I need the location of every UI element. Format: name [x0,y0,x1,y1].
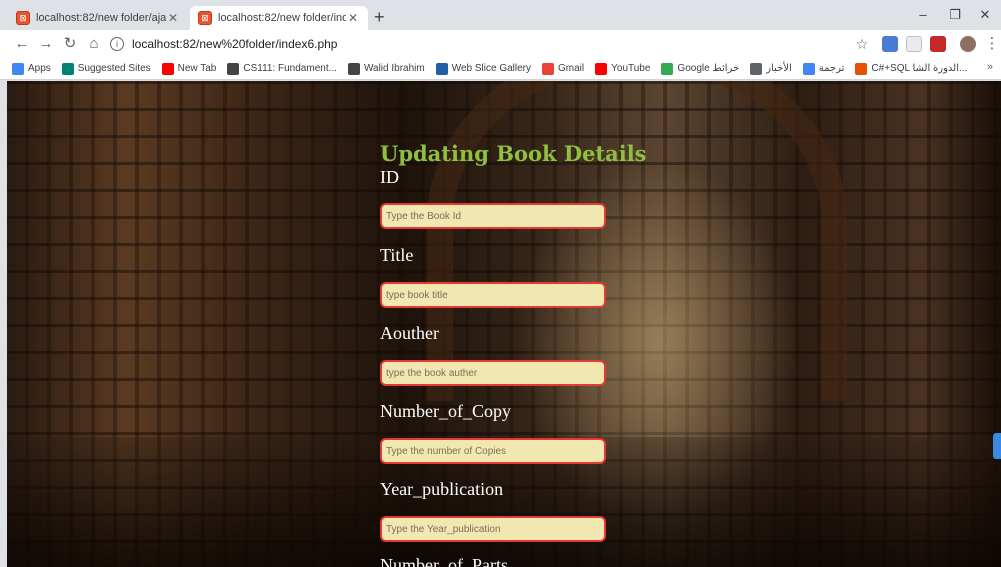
cd-icon [347,62,360,75]
bookmarks-overflow-button[interactable]: » [987,61,993,73]
star-icon[interactable]: ☆ [852,34,872,54]
reload-icon[interactable]: ↻ [60,34,80,54]
bookmark-label: Gmail [558,63,585,74]
bookmark-label: ترجمة [818,63,845,74]
url-text: localhost:82/new%20folder/index6.php [132,37,338,51]
label-number-of-parts: Number_of_Parts [380,555,508,567]
label-author: Aouther [380,323,439,343]
tab-ajax[interactable]: ⊠ localhost:82/new folder/ajax.txt ✕ [8,6,188,30]
cd-icon [227,62,240,75]
browser-toolbar: ← → ↻ ⌂ i localhost:82/new%20folder/inde… [0,30,1001,58]
bookmark-walid-ibrahim[interactable]: Walid Ibrahim [347,62,425,75]
youtube-red-icon [161,62,174,75]
restore-button[interactable]: ❐ [940,4,970,26]
forward-arrow-icon[interactable]: → [36,34,56,54]
tab-strip: ⊠ localhost:82/new folder/ajax.txt ✕ ⊠ l… [0,0,1001,30]
shield-extension-icon[interactable] [930,36,946,52]
bookmark-label: Suggested Sites [77,63,151,74]
apps-grid-icon [12,62,24,75]
bookmark-label: الأخبار [766,63,792,74]
news-icon [750,62,763,75]
bookmark-label: Web Slice Gallery [451,63,531,74]
xampp-icon: ⊠ [16,11,30,25]
bookmark-label: Google خرائط [677,63,740,74]
side-widget-tab[interactable] [993,433,1001,459]
bookmark-translate[interactable]: ترجمة [802,62,845,75]
translate-extension-icon[interactable] [882,36,898,52]
gmail-icon [542,62,554,75]
book-author-input[interactable] [380,360,606,386]
tab-title: localhost:82/new folder/index6.p [218,12,346,24]
bookmark-label: Apps [28,63,51,74]
bookmark-new-tab[interactable]: New Tab [161,62,217,75]
label-number-of-copy: Number_of_Copy [380,401,511,421]
close-icon[interactable]: ✕ [346,11,360,25]
info-icon[interactable]: i [110,37,124,51]
course-icon [855,62,868,75]
close-window-button[interactable]: ✕ [970,4,1000,26]
background-arch [427,81,847,401]
label-id: ID [380,167,399,187]
bookmark-label: YouTube [611,63,651,74]
form-title: Updating Book Details [380,141,647,166]
year-publication-input[interactable] [380,516,606,542]
bookmark-youtube[interactable]: YouTube [595,62,651,75]
bookmark-label: Walid Ibrahim [363,63,425,74]
bookmark-news[interactable]: الأخبار [750,62,792,75]
extension-icon[interactable] [906,36,922,52]
book-id-input[interactable] [380,203,606,229]
xampp-icon: ⊠ [198,11,212,25]
tab-index6[interactable]: ⊠ localhost:82/new folder/index6.p ✕ [190,6,368,30]
bookmark-suggested-sites[interactable]: Suggested Sites [61,62,151,75]
number-of-copies-input[interactable] [380,438,606,464]
bookmark-gmail[interactable]: Gmail [542,62,585,75]
bookmark-label: CS111: Fundament... [243,63,337,74]
label-title: Title [380,245,414,265]
new-tab-button[interactable]: + [374,8,385,26]
tab-title: localhost:82/new folder/ajax.txt [36,12,166,24]
label-year-publication: Year_publication [380,479,504,499]
bing-icon [61,62,74,75]
bookmark-label: C#+SQL الدورة الشا... [871,63,968,74]
bookmark-apps[interactable]: Apps [12,62,51,75]
maps-icon [661,62,674,75]
bookmark-csharp-sql-course[interactable]: C#+SQL الدورة الشا... [855,62,968,75]
home-icon[interactable]: ⌂ [84,34,104,54]
bookmark-label: New Tab [177,63,217,74]
bookmark-cs111[interactable]: CS111: Fundament... [227,62,337,75]
avatar[interactable] [960,36,976,52]
back-arrow-icon[interactable]: ← [12,34,32,54]
bookmark-google-maps[interactable]: Google خرائط [661,62,740,75]
bookmark-web-slice-gallery[interactable]: Web Slice Gallery [435,62,531,75]
youtube-icon [595,62,608,75]
address-bar[interactable]: i localhost:82/new%20folder/index6.php [110,33,880,55]
translate-icon [802,62,815,75]
menu-dots-icon[interactable]: ⋮ [982,34,1001,54]
web-slice-icon [435,62,448,75]
page-background: Updating Book Details ID Title Aouther N… [7,81,1001,567]
book-title-input[interactable] [380,282,606,308]
minimize-button[interactable]: – [908,4,938,26]
bookmarks-bar: Apps Suggested Sites New Tab CS111: Fund… [0,58,1001,80]
close-icon[interactable]: ✕ [166,11,180,25]
